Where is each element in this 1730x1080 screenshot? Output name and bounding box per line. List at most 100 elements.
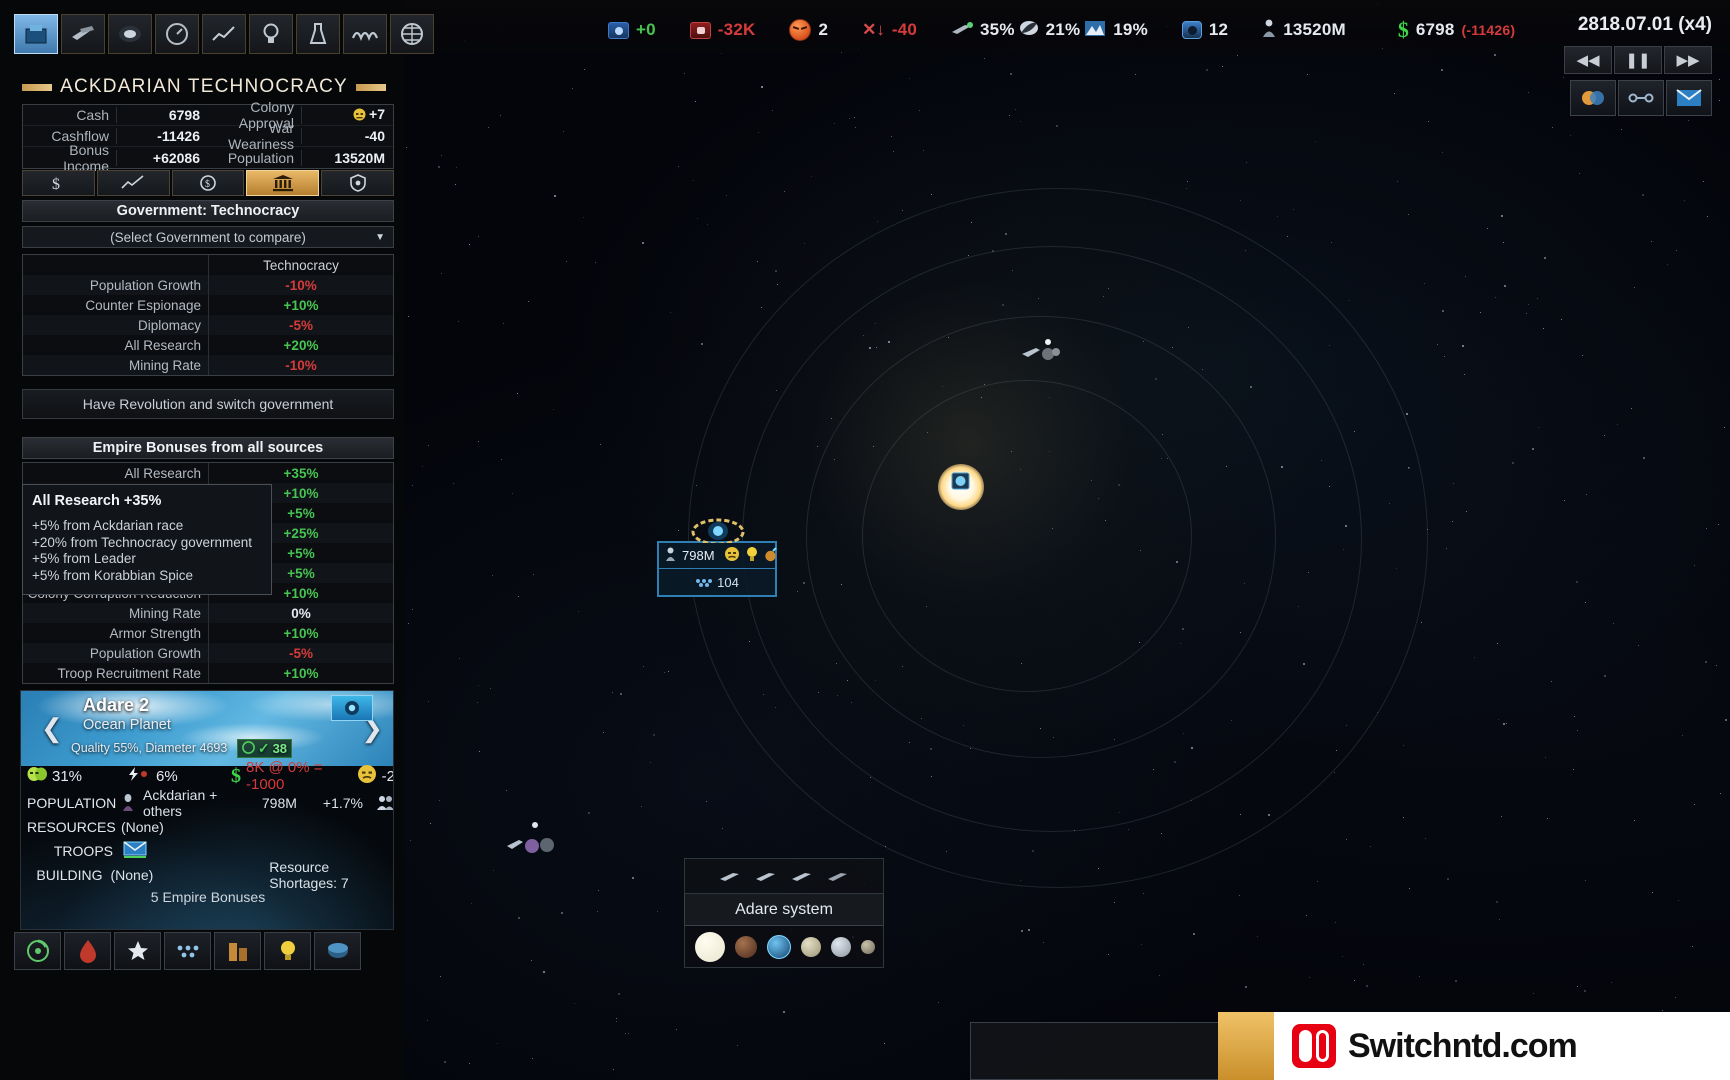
- planet-icon: [1181, 21, 1202, 39]
- time-controls[interactable]: ◀◀ ❚❚ ▶▶: [1564, 46, 1712, 74]
- resource-war[interactable]: ✕↓ -40: [862, 20, 917, 40]
- stat-label: Cash: [76, 107, 109, 123]
- ship-icon[interactable]: [755, 869, 777, 883]
- bottom-toolbar[interactable]: [14, 932, 394, 974]
- galaxy-tab[interactable]: [108, 14, 152, 54]
- gov-column-header: Technocracy: [208, 255, 393, 275]
- watermark-strip: [1218, 1012, 1274, 1080]
- stat-value: +62086: [116, 149, 208, 166]
- angry-face-icon: [789, 19, 812, 41]
- ship-icon[interactable]: [719, 869, 741, 883]
- research-tab[interactable]: [202, 14, 246, 54]
- planet-type: Ocean Planet: [83, 717, 171, 733]
- colony-eye-icon: [689, 517, 747, 546]
- empire-bonuses-footer[interactable]: 5 Empire Bonuses: [21, 889, 393, 905]
- ideas-button[interactable]: [264, 932, 311, 970]
- planet-mood-value: -2: [381, 767, 394, 785]
- resources-value: (None): [121, 819, 164, 835]
- population-value: 13520M: [1283, 20, 1346, 39]
- messages-icon[interactable]: [1666, 80, 1712, 116]
- table-row: Troop Recruitment Rate +10%: [23, 663, 393, 683]
- hud-buttons[interactable]: [1570, 80, 1712, 116]
- favorites-button[interactable]: [114, 932, 161, 970]
- chevron-down-icon: ▼: [375, 231, 385, 243]
- cash-display[interactable]: $ 6798 (-11426): [1398, 17, 1515, 43]
- planet-card[interactable]: ❮ ❯ Adare 2 Ocean Planet Quality 55%, Di…: [20, 690, 394, 930]
- buildings-button[interactable]: [214, 932, 261, 970]
- system-planet-3[interactable]: [801, 936, 821, 957]
- tab-military[interactable]: [321, 170, 394, 196]
- government-compare-select[interactable]: (Select Government to compare) ▼: [22, 226, 394, 248]
- system-planet-4[interactable]: [831, 936, 851, 957]
- empire-tab[interactable]: [14, 14, 58, 54]
- stat-value: 13520M: [301, 149, 393, 166]
- rewind-icon[interactable]: ◀◀: [1564, 46, 1612, 74]
- bonus-label: Mining Rate: [128, 605, 201, 621]
- asteroid-cluster[interactable]: [505, 818, 565, 862]
- watermark: Switchntd.com: [1274, 1012, 1730, 1080]
- count-population[interactable]: 13520M: [1262, 19, 1346, 42]
- grid-tab[interactable]: [390, 14, 434, 54]
- planet-mood: -2: [357, 764, 394, 788]
- threats-button[interactable]: [64, 932, 111, 970]
- system-ship-row[interactable]: [684, 858, 884, 894]
- population-growth: +1.7%: [322, 795, 363, 811]
- bonus-tooltip: All Research +35% +5% from Ackdarian rac…: [22, 484, 272, 595]
- system-planet-2-selected[interactable]: [767, 934, 791, 959]
- system-planet-5[interactable]: [861, 939, 875, 954]
- research-icon[interactable]: [1618, 80, 1664, 116]
- meter-fuel[interactable]: 35%: [951, 20, 1015, 41]
- system-star-body[interactable]: [695, 931, 725, 962]
- pause-icon[interactable]: ❚❚: [1614, 46, 1662, 74]
- diplomacy-icon[interactable]: [1570, 80, 1616, 116]
- population-icon: [665, 547, 676, 564]
- panel-tabs[interactable]: $ $: [22, 170, 394, 196]
- system-planet-row[interactable]: [684, 926, 884, 968]
- building-value: (None): [110, 867, 154, 883]
- tab-graphs[interactable]: [96, 170, 170, 196]
- tab-policy[interactable]: $: [171, 170, 245, 196]
- popup-population-value: 798M: [682, 548, 715, 563]
- resource-colony[interactable]: +0: [608, 20, 656, 40]
- colonies-button[interactable]: [14, 932, 61, 970]
- resource-threat[interactable]: 2: [789, 19, 828, 41]
- expansion-tab[interactable]: [155, 14, 199, 54]
- main-toolbar[interactable]: [14, 14, 434, 54]
- troops-badge-icon[interactable]: [123, 840, 147, 862]
- game-screen: 798M 104 Adare system +0 -32K 2 ✕↓ -40 3…: [0, 0, 1730, 1080]
- planet-happiness-value: 31%: [52, 767, 83, 785]
- fleets-tab[interactable]: [61, 14, 105, 54]
- intel-tab[interactable]: [343, 14, 387, 54]
- ship-icon[interactable]: [827, 869, 849, 883]
- planet-energy: 6%: [127, 766, 231, 786]
- forward-icon[interactable]: ▶▶: [1664, 46, 1712, 74]
- prev-planet-button[interactable]: ❮: [41, 713, 63, 744]
- fleets-button[interactable]: [164, 932, 211, 970]
- government-header: Government: Technocracy: [22, 200, 394, 222]
- ship-icon[interactable]: [791, 869, 813, 883]
- resource-mining[interactable]: -32K: [689, 20, 756, 40]
- planet-resources-row: RESOURCES (None): [27, 815, 393, 839]
- fleet-marker-upper[interactable]: [1020, 338, 1064, 368]
- count-planets[interactable]: 12: [1181, 20, 1228, 40]
- construction-tab[interactable]: [296, 14, 340, 54]
- system-panel[interactable]: Adare system: [684, 858, 884, 968]
- revolution-button[interactable]: Have Revolution and switch government: [22, 389, 394, 419]
- map-planet-popup[interactable]: 798M 104: [657, 518, 778, 597]
- gov-row-label: Diplomacy: [137, 317, 201, 333]
- design-tab[interactable]: [249, 14, 293, 54]
- check-icon: ✓: [257, 740, 270, 756]
- gov-row-label: Counter Espionage: [85, 297, 201, 313]
- system-planet-1[interactable]: [735, 935, 757, 958]
- colony-marker-star[interactable]: [950, 470, 972, 492]
- tab-economy[interactable]: $: [22, 170, 95, 196]
- planets-button[interactable]: [314, 932, 361, 970]
- tab-government[interactable]: [246, 170, 320, 196]
- planet-type-badge[interactable]: [331, 695, 373, 721]
- bomb-icon: [764, 546, 778, 565]
- ore-value: 19%: [1113, 20, 1148, 39]
- svg-text:$: $: [52, 176, 60, 192]
- meter-ore[interactable]: 19%: [1084, 19, 1148, 42]
- meter-gas[interactable]: 21%: [1019, 19, 1081, 42]
- popup-troops-value: 104: [717, 574, 739, 590]
